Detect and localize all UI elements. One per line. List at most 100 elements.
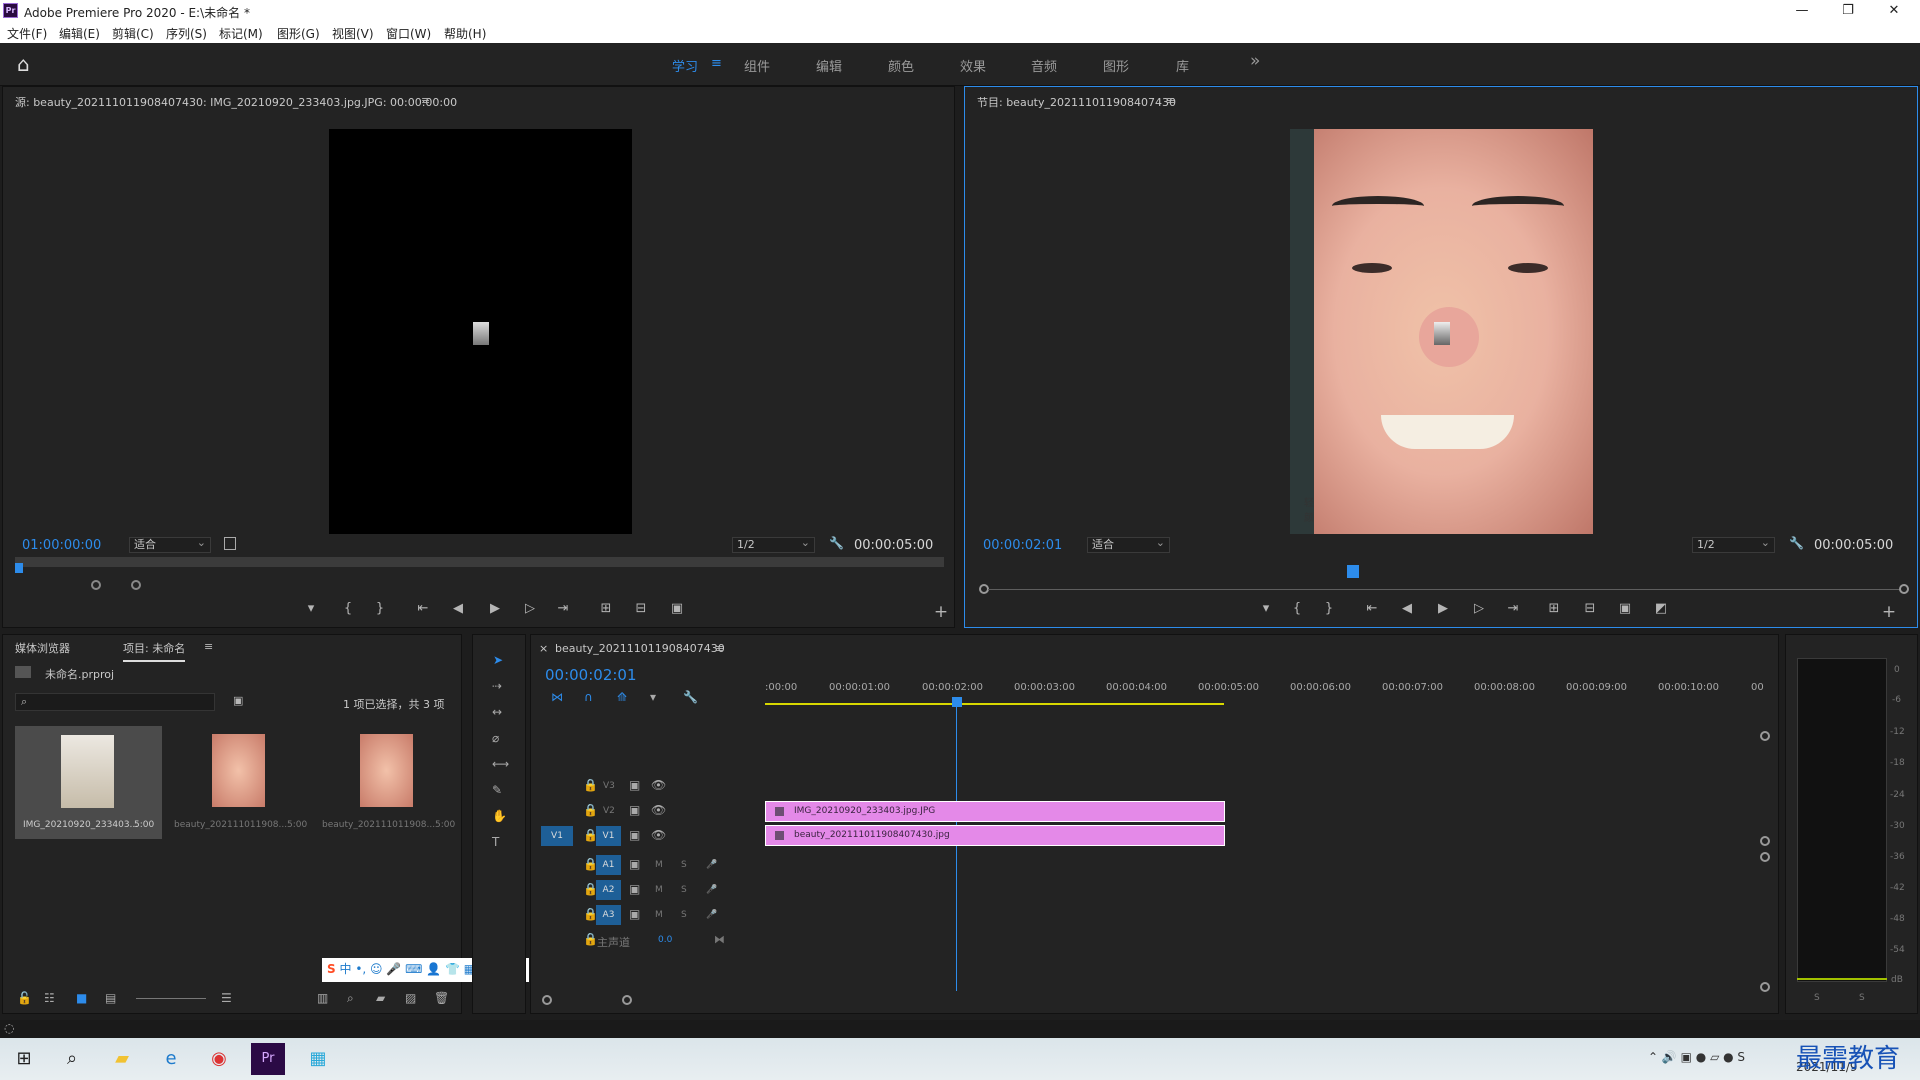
close-button[interactable]: ✕ xyxy=(1871,0,1917,22)
program-mark-out-icon[interactable]: } xyxy=(1320,601,1338,616)
play-icon[interactable]: ▶ xyxy=(486,601,504,616)
export-frame-icon[interactable]: ▣ xyxy=(668,601,686,616)
clip-v1[interactable]: beauty_202111011908407430.jpg xyxy=(765,825,1225,846)
step-forward-icon[interactable]: ▷ xyxy=(521,601,539,616)
project-menu-icon[interactable]: ≡ xyxy=(204,640,213,653)
slip-tool-icon[interactable]: ⟷ xyxy=(492,757,509,771)
fit-track-icon[interactable]: ⧓ xyxy=(714,933,725,946)
linked-selection-icon[interactable]: ⟰ xyxy=(617,690,627,704)
lift-icon[interactable]: ⊞ xyxy=(1545,601,1563,616)
track-output-icon[interactable]: ▣ xyxy=(629,803,640,817)
workspace-learning[interactable]: 学习 xyxy=(672,56,698,75)
program-scrubber[interactable] xyxy=(988,589,1900,590)
track-label[interactable]: V2 xyxy=(603,806,615,816)
program-mark-in-icon[interactable]: { xyxy=(1288,601,1306,616)
vertical-zoom-handle-bottom[interactable] xyxy=(1760,836,1770,846)
lock-icon[interactable]: 🔓 xyxy=(17,991,32,1005)
source-resolution-dropdown[interactable]: 1/2 xyxy=(732,536,815,553)
track-label[interactable]: V1 xyxy=(596,826,621,846)
project-tab[interactable]: 项目: 未命名 xyxy=(123,640,186,662)
ime-language-toggle[interactable]: 中 xyxy=(339,962,351,976)
program-marker-icon[interactable]: ▾ xyxy=(1257,601,1275,616)
clip-v2[interactable]: IMG_20210920_233403.jpg.JPG xyxy=(765,801,1225,822)
voice-over-icon[interactable]: 🎤 xyxy=(706,860,717,870)
program-play-icon[interactable]: ▶ xyxy=(1434,601,1452,616)
program-zoom-end-handle[interactable] xyxy=(1899,584,1909,594)
project-search-input[interactable]: ⌕ xyxy=(15,693,215,711)
program-step-back-icon[interactable]: ◀ xyxy=(1398,601,1416,616)
nest-icon[interactable]: ⋈ xyxy=(551,690,563,704)
overwrite-icon[interactable]: ⊟ xyxy=(632,601,650,616)
windows-start-icon[interactable]: ⊞ xyxy=(7,1043,41,1075)
new-bin-icon[interactable]: ▰ xyxy=(376,991,385,1005)
step-back-icon[interactable]: ◀ xyxy=(449,601,467,616)
timeline-playhead-handle[interactable] xyxy=(952,697,962,707)
system-tray[interactable]: ⌃ 🔊 ▣ ● ▱ ● S xyxy=(1648,1050,1745,1064)
horizontal-zoom-left-handle[interactable] xyxy=(542,995,552,1005)
track-label[interactable]: V3 xyxy=(603,781,615,791)
program-fit-dropdown[interactable]: 适合 xyxy=(1087,536,1170,553)
workspace-graphics[interactable]: 图形 xyxy=(1103,56,1129,75)
icon-view-icon[interactable]: ■ xyxy=(76,991,87,1005)
snap-icon[interactable]: ∩ xyxy=(584,690,593,704)
timeline-timecode[interactable]: 00:00:02:01 xyxy=(545,666,637,684)
new-search-bin-icon[interactable]: ▣ xyxy=(233,694,243,707)
media-browser-tab[interactable]: 媒体浏览器 xyxy=(15,640,70,656)
mute-icon[interactable]: M xyxy=(655,885,663,895)
program-add-button-icon[interactable]: + xyxy=(1880,602,1898,622)
razor-tool-icon[interactable]: ⌀ xyxy=(492,731,499,745)
master-volume-value[interactable]: 0.0 xyxy=(658,935,672,945)
workspace-color[interactable]: 颜色 xyxy=(888,56,914,75)
program-menu-icon[interactable]: ≡ xyxy=(1166,94,1175,107)
menu-window[interactable]: 窗口(W) xyxy=(386,25,431,42)
marker-icon[interactable]: ▾ xyxy=(302,601,320,616)
track-lock-icon[interactable]: 🔒 xyxy=(583,932,598,946)
menu-markers[interactable]: 标记(M) xyxy=(219,25,263,42)
find-icon[interactable]: ⌕ xyxy=(347,991,354,1006)
mark-out-icon[interactable]: } xyxy=(371,601,389,616)
track-label[interactable]: A3 xyxy=(596,905,621,925)
timeline-settings-icon[interactable]: 🔧 xyxy=(683,690,698,704)
type-tool-icon[interactable]: T xyxy=(492,835,499,849)
track-output-icon[interactable]: ▣ xyxy=(629,857,640,871)
safe-margins-icon[interactable] xyxy=(224,537,236,550)
workspace-menu-icon[interactable]: ≡ xyxy=(711,56,722,71)
track-label[interactable]: A2 xyxy=(596,880,621,900)
chrome-icon[interactable]: ◉ xyxy=(202,1043,236,1075)
source-menu-icon[interactable]: ≡ xyxy=(421,94,430,107)
menu-graphics[interactable]: 图形(G) xyxy=(277,25,320,42)
program-settings-wrench-icon[interactable]: 🔧 xyxy=(1789,536,1804,550)
program-timecode[interactable]: 00:00:02:01 xyxy=(983,538,1062,553)
menu-help[interactable]: 帮助(H) xyxy=(444,25,486,42)
comparison-view-icon[interactable]: ◩ xyxy=(1652,601,1670,616)
source-patch-v1[interactable]: V1 xyxy=(541,826,573,846)
go-to-in-icon[interactable]: ⇤ xyxy=(414,601,432,616)
audio-zoom-handle-bottom[interactable] xyxy=(1760,982,1770,992)
voice-over-icon[interactable]: 🎤 xyxy=(706,910,717,920)
extract-icon[interactable]: ⊟ xyxy=(1581,601,1599,616)
restore-button[interactable]: ❐ xyxy=(1825,0,1871,22)
source-scrubber[interactable] xyxy=(15,557,944,567)
list-view-icon[interactable]: ☷ xyxy=(44,991,55,1005)
program-export-frame-icon[interactable]: ▣ xyxy=(1616,601,1634,616)
program-step-forward-icon[interactable]: ▷ xyxy=(1470,601,1488,616)
more-workspaces-icon[interactable]: » xyxy=(1250,51,1260,71)
menu-view[interactable]: 视图(V) xyxy=(332,25,374,42)
clear-icon[interactable]: 🗑 xyxy=(434,991,449,1005)
menu-file[interactable]: 文件(F) xyxy=(7,25,47,42)
vertical-zoom-handle-top[interactable] xyxy=(1760,731,1770,741)
ime-brand-icon[interactable]: S xyxy=(327,962,336,976)
add-button-icon[interactable]: + xyxy=(932,602,950,622)
source-zoom-end-handle[interactable] xyxy=(131,580,141,590)
track-eye-icon[interactable]: 👁 xyxy=(651,803,666,817)
edge-icon[interactable]: e xyxy=(154,1043,188,1075)
voice-over-icon[interactable]: 🎤 xyxy=(706,885,717,895)
track-eye-icon[interactable]: 👁 xyxy=(651,828,666,842)
program-go-to-out-icon[interactable]: ⇥ xyxy=(1504,601,1522,616)
project-item[interactable]: beauty_202111011908... 5:00 xyxy=(164,726,311,839)
track-output-icon[interactable]: ▣ xyxy=(629,907,640,921)
mute-icon[interactable]: M xyxy=(655,860,663,870)
sort-icons-icon[interactable]: ☰ xyxy=(221,991,232,1005)
timeline-close-icon[interactable]: × xyxy=(539,642,548,655)
solo-icon[interactable]: S xyxy=(681,860,687,870)
